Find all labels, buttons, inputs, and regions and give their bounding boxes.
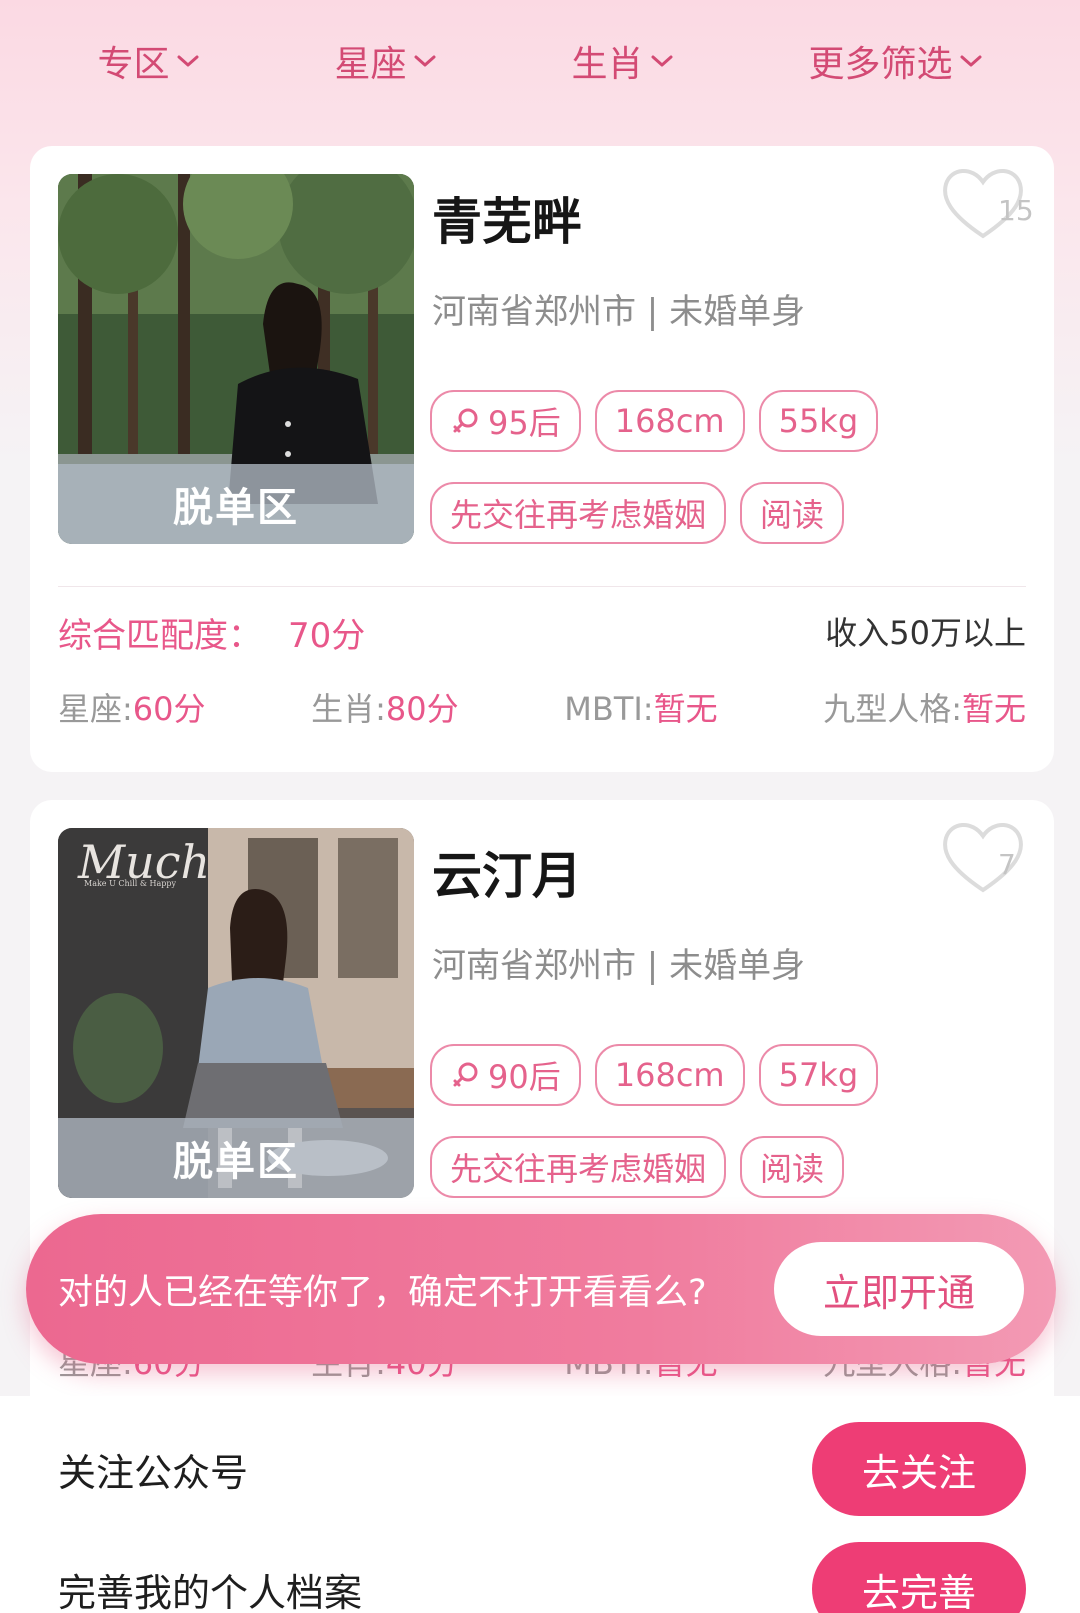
- filter-more[interactable]: 更多筛选: [808, 35, 982, 87]
- score-row: 星座:60分 生肖:80分 MBTI:暂无 九型人格:暂无: [58, 684, 1026, 730]
- profile-name: 青芜畔: [432, 193, 582, 251]
- zone-label: 脱单区: [58, 1118, 414, 1198]
- profile-card[interactable]: Much Make U Chill & Happy 脱单区 云汀月 7 河南省郑…: [30, 800, 1054, 1500]
- filter-more-label: 更多筛选: [808, 44, 953, 85]
- hobby-tag: 阅读: [740, 482, 845, 544]
- age-tag-label: 95后: [488, 404, 561, 442]
- enneagram-score: 九型人格:暂无: [823, 690, 1026, 728]
- tag-row: 95后 168cm 55kg: [430, 390, 1030, 452]
- chevron-down-icon: [177, 55, 198, 67]
- marriage-view-tag: 先交往再考虑婚姻: [430, 1136, 727, 1198]
- chevron-down-icon: [414, 55, 435, 67]
- match-score: 综合匹配度： 70分: [58, 608, 365, 657]
- follow-button[interactable]: 去关注: [812, 1422, 1026, 1516]
- filter-bar: 专区 星座 生肖 更多筛选: [0, 18, 1080, 104]
- task-label: 关注公众号: [58, 1451, 249, 1495]
- match-label: 综合匹配度：: [58, 616, 262, 656]
- task-label: 完善我的个人档案: [58, 1571, 363, 1613]
- filter-zodiac[interactable]: 生肖: [571, 35, 673, 87]
- zone-label: 脱单区: [58, 464, 414, 544]
- task-panel: 关注公众号 去关注 完善我的个人档案 去完善: [0, 1396, 1080, 1613]
- profile-photo[interactable]: Much Make U Chill & Happy 脱单区: [58, 828, 414, 1198]
- tag-row: 90后 168cm 57kg: [430, 1044, 1030, 1106]
- marriage-view-tag: 先交往再考虑婚姻: [430, 482, 727, 544]
- like-count: 15: [998, 194, 1034, 227]
- zodiac-score: 生肖:80分: [311, 690, 459, 728]
- filter-zone-label: 专区: [97, 44, 170, 85]
- open-vip-button[interactable]: 立即开通: [774, 1242, 1024, 1336]
- female-icon: [453, 1062, 478, 1087]
- age-tag: 95后: [430, 390, 581, 452]
- tag-row: 先交往再考虑婚姻 阅读: [430, 1136, 1030, 1198]
- mbti-score: MBTI:暂无: [564, 690, 718, 728]
- filter-zodiac-label: 生肖: [571, 44, 644, 85]
- weight-tag: 57kg: [758, 1044, 879, 1106]
- match-value: 70分: [288, 616, 366, 656]
- hobby-tag: 阅读: [740, 1136, 845, 1198]
- profile-name: 云汀月: [432, 847, 582, 905]
- complete-profile-button[interactable]: 去完善: [812, 1542, 1026, 1613]
- age-tag: 90后: [430, 1044, 581, 1106]
- height-tag: 168cm: [594, 390, 745, 452]
- profile-photo[interactable]: 脱单区: [58, 174, 414, 544]
- profile-card[interactable]: 脱单区 青芜畔 15 河南省郑州市 | 未婚单身 95后 168cm 55kg …: [30, 146, 1054, 772]
- task-complete-profile: 完善我的个人档案 去完善: [0, 1542, 1080, 1613]
- location-status: 河南省郑州市 | 未婚单身: [432, 946, 806, 986]
- chevron-down-icon: [960, 55, 981, 67]
- vip-promo-banner[interactable]: 对的人已经在等你了，确定不打开看看么? 立即开通: [26, 1214, 1056, 1364]
- photo-logo-subtext: Make U Chill & Happy: [84, 879, 177, 888]
- promo-text: 对的人已经在等你了，确定不打开看看么?: [58, 1273, 707, 1313]
- tag-row: 先交往再考虑婚姻 阅读: [430, 482, 1030, 544]
- divider: [58, 586, 1026, 587]
- like-count: 7: [998, 848, 1016, 881]
- location-status: 河南省郑州市 | 未婚单身: [432, 292, 806, 332]
- chevron-down-icon: [651, 55, 672, 67]
- filter-zone[interactable]: 专区: [97, 35, 199, 87]
- income-info: 收入50万以上: [825, 614, 1026, 652]
- female-icon: [453, 408, 478, 433]
- weight-tag: 55kg: [758, 390, 879, 452]
- height-tag: 168cm: [594, 1044, 745, 1106]
- age-tag-label: 90后: [488, 1058, 561, 1096]
- task-follow-account: 关注公众号 去关注: [0, 1422, 1080, 1522]
- constellation-score: 星座:60分: [58, 690, 206, 728]
- filter-constellation[interactable]: 星座: [334, 35, 436, 87]
- filter-constellation-label: 星座: [334, 44, 407, 85]
